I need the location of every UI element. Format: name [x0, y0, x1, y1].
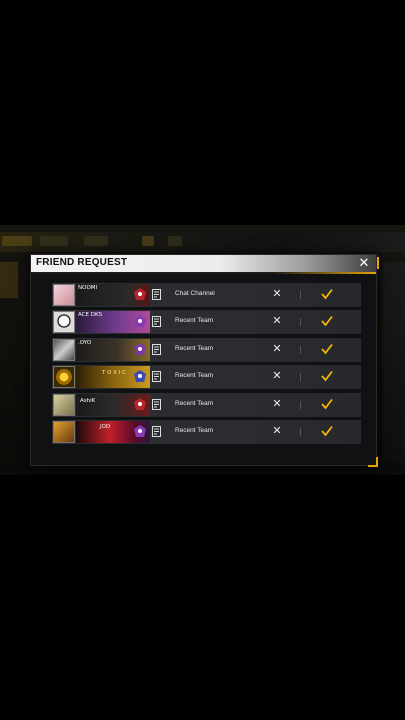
background-chip [40, 236, 68, 246]
avatar[interactable] [53, 394, 75, 416]
reject-button[interactable]: ✕ [271, 397, 283, 411]
close-icon: ✕ [272, 314, 282, 327]
info-icon[interactable] [152, 316, 161, 327]
accept-button[interactable] [321, 425, 333, 437]
background-chip [168, 236, 182, 246]
info-icon[interactable] [152, 371, 161, 382]
player-banner[interactable]: T O X I C [76, 366, 150, 388]
divider [300, 291, 301, 299]
badge-icon [134, 370, 146, 382]
avatar[interactable] [53, 421, 75, 443]
info-icon[interactable] [152, 399, 161, 410]
request-source: Recent Team [175, 400, 214, 407]
info-icon[interactable] [152, 289, 161, 300]
request-source: Recent Team [175, 427, 214, 434]
request-row: .OYO Recent Team ✕ [52, 338, 361, 362]
check-icon [321, 370, 333, 382]
request-row: ACE DKS Recent Team ✕ [52, 310, 361, 334]
accept-button[interactable] [321, 343, 333, 355]
player-name: .OYO [78, 340, 92, 346]
dialog-header: FRIEND REQUEST [31, 255, 376, 272]
accept-button[interactable] [321, 315, 333, 327]
badge-icon [134, 343, 146, 355]
player-banner[interactable]: NOOMI [76, 284, 150, 306]
close-icon: ✕ [272, 369, 282, 382]
check-icon [321, 398, 333, 410]
request-source: Recent Team [175, 372, 214, 379]
close-button[interactable]: ✕ [356, 256, 372, 271]
request-row: JOD Recent Team ✕ [52, 420, 361, 444]
background-chip [84, 236, 108, 246]
check-icon [321, 315, 333, 327]
corner-accent [368, 457, 378, 467]
avatar[interactable] [53, 339, 75, 361]
accept-button[interactable] [321, 288, 333, 300]
player-name: NOOMI [78, 285, 98, 291]
divider [300, 373, 301, 381]
player-name: AshiK [80, 398, 96, 404]
player-banner[interactable]: .OYO [76, 339, 150, 361]
divider [300, 318, 301, 326]
player-banner[interactable]: JOD [76, 421, 150, 443]
background-chip [142, 236, 154, 246]
badge-icon [134, 288, 146, 300]
divider [300, 428, 301, 436]
background-side-panel [383, 262, 405, 462]
divider [300, 401, 301, 409]
close-icon: ✕ [272, 397, 282, 410]
reject-button[interactable]: ✕ [271, 369, 283, 383]
avatar[interactable] [53, 311, 75, 333]
close-icon: ✕ [272, 287, 282, 300]
check-icon [321, 288, 333, 300]
player-banner[interactable]: ACE DKS [76, 311, 150, 333]
friend-request-dialog: FRIEND REQUEST ✕ NOOMI Chat Channel ✕ AC… [30, 254, 379, 467]
badge-icon [134, 425, 146, 437]
player-name: T O X I C [102, 370, 126, 376]
request-source: Chat Channel [175, 290, 215, 297]
background-side-panel [0, 262, 18, 298]
close-icon: ✕ [272, 342, 282, 355]
request-row: T O X I C Recent Team ✕ [52, 365, 361, 389]
accent-bar [377, 257, 379, 269]
background-chip [2, 236, 32, 246]
divider [300, 346, 301, 354]
avatar[interactable] [53, 366, 75, 388]
reject-button[interactable]: ✕ [271, 424, 283, 438]
reject-button[interactable]: ✕ [271, 342, 283, 356]
close-icon: ✕ [272, 424, 282, 437]
info-icon[interactable] [152, 426, 161, 437]
header-accent-line [31, 272, 376, 274]
info-icon[interactable] [152, 344, 161, 355]
badge-icon [134, 315, 146, 327]
request-source: Recent Team [175, 345, 214, 352]
reject-button[interactable]: ✕ [271, 314, 283, 328]
request-row: NOOMI Chat Channel ✕ [52, 283, 361, 307]
player-name: JOD [100, 424, 111, 430]
check-icon [321, 343, 333, 355]
reject-button[interactable]: ✕ [271, 287, 283, 301]
avatar[interactable] [53, 284, 75, 306]
request-row: AshiK Recent Team ✕ [52, 393, 361, 417]
player-name: ACE DKS [78, 312, 103, 318]
request-source: Recent Team [175, 317, 214, 324]
dialog-title: FRIEND REQUEST [36, 257, 128, 268]
accept-button[interactable] [321, 370, 333, 382]
close-icon: ✕ [358, 256, 370, 271]
player-banner[interactable]: AshiK [76, 394, 150, 416]
accept-button[interactable] [321, 398, 333, 410]
check-icon [321, 425, 333, 437]
badge-icon [134, 398, 146, 410]
